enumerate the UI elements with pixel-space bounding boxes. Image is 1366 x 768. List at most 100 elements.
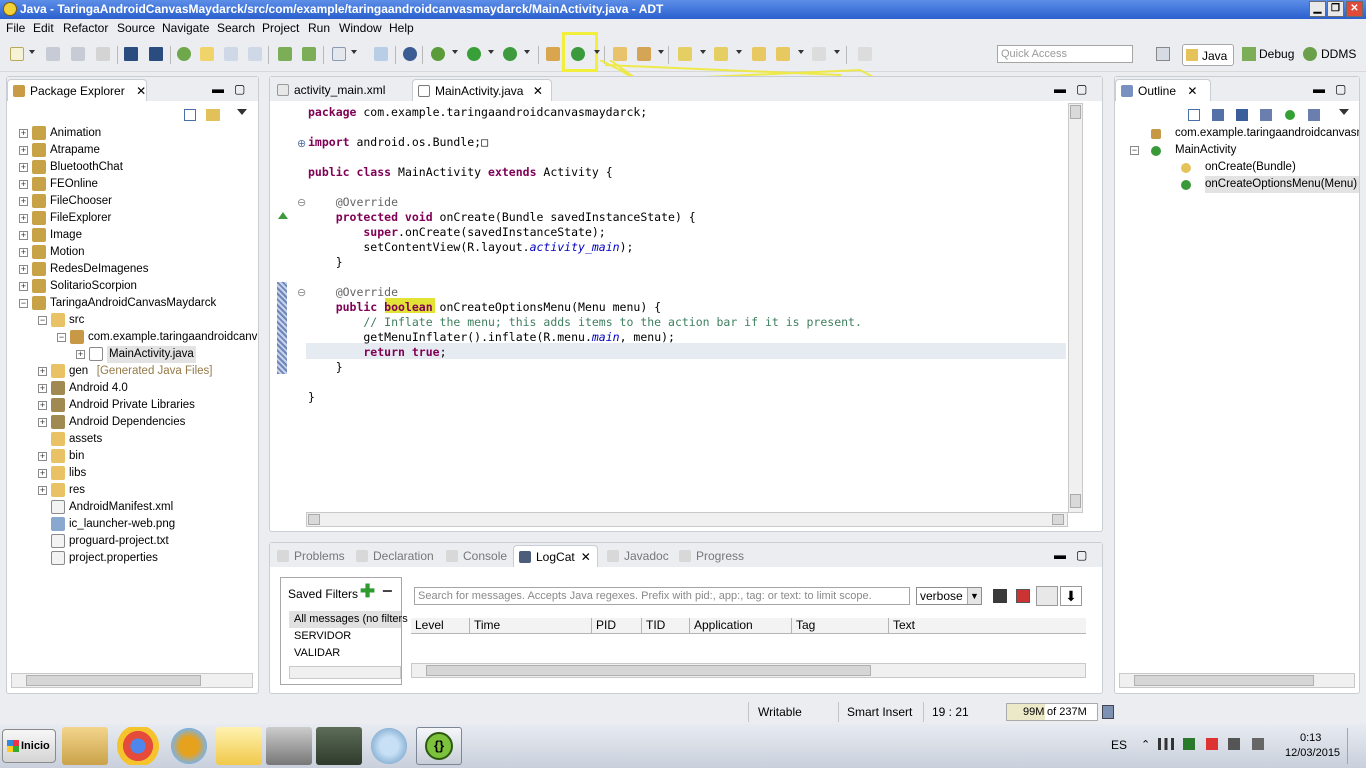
expand-icon[interactable]: +	[38, 401, 47, 410]
back-dropdown-icon[interactable]	[798, 50, 804, 54]
search-dropdown-icon[interactable]	[658, 50, 664, 54]
column-pid[interactable]: PID	[592, 618, 642, 633]
clock-date[interactable]: 12/03/2015	[1285, 747, 1340, 759]
expand-icon[interactable]: +	[19, 146, 28, 155]
add-filter-icon[interactable]: ✚	[360, 581, 375, 602]
expand-icon[interactable]: +	[19, 231, 28, 240]
export-icon[interactable]	[148, 46, 164, 62]
lint-dropdown-icon[interactable]	[351, 50, 357, 54]
run-icon[interactable]	[466, 46, 482, 62]
android-virtual-device-icon[interactable]	[301, 46, 317, 62]
expand-icon[interactable]: +	[19, 129, 28, 138]
expand-icon[interactable]: +	[19, 163, 28, 172]
column-tid[interactable]: TID	[642, 618, 690, 633]
language-indicator[interactable]: ES	[1111, 738, 1127, 752]
logcat-search-input[interactable]: Search for messages. Accepts Java regexe…	[414, 587, 910, 605]
column-application[interactable]: Application	[690, 618, 792, 633]
link-with-editor-icon[interactable]	[206, 109, 220, 121]
ddms-perspective-button[interactable]: DDMS	[1321, 47, 1356, 61]
package-tree-item[interactable]: + Motion	[7, 244, 258, 261]
close-icon[interactable]: ✕	[581, 550, 591, 564]
outline-item[interactable]: onCreateOptionsMenu(Menu) : b	[1115, 176, 1359, 193]
maximize-button[interactable]: ❐	[1327, 1, 1344, 17]
scroll-left-icon[interactable]	[308, 514, 320, 525]
package-tree-item[interactable]: + Android Dependencies	[7, 414, 258, 431]
package-tree-item[interactable]: + MainActivity.java	[7, 346, 258, 363]
tab-console[interactable]: Console	[441, 545, 513, 567]
collapse-icon[interactable]: −	[38, 316, 47, 325]
minimize-view-icon[interactable]: ▬	[1054, 548, 1066, 562]
clear-log-icon[interactable]	[1016, 589, 1030, 603]
package-tree-item[interactable]: + SolitarioScorpion	[7, 278, 258, 295]
filter-item[interactable]: All messages (no filters	[289, 611, 408, 628]
menu-source[interactable]: Source	[117, 21, 155, 35]
tab-mainactivity-java[interactable]: MainActivity.java ✕	[412, 79, 552, 101]
package-tree-item[interactable]: AndroidManifest.xml	[7, 499, 258, 516]
lint-check-icon[interactable]	[331, 46, 347, 62]
expand-icon[interactable]: +	[19, 180, 28, 189]
horizontal-scrollbar[interactable]	[306, 512, 1068, 527]
package-tree-item[interactable]: project.properties	[7, 550, 258, 567]
menu-run[interactable]: Run	[308, 21, 330, 35]
adt-taskbar-button[interactable]: {}	[416, 727, 462, 765]
expand-icon[interactable]: +	[19, 214, 28, 223]
menu-file[interactable]: File	[6, 21, 25, 35]
package-tree-item[interactable]: − TaringaAndroidCanvasMaydarck	[7, 295, 258, 312]
tab-outline[interactable]: Outline ✕	[1115, 79, 1211, 101]
previous-annotation-dropdown-icon[interactable]	[736, 50, 742, 54]
action-center-icon[interactable]	[1206, 738, 1218, 750]
sort-icon[interactable]	[1212, 109, 1224, 121]
show-desktop-button[interactable]	[1347, 728, 1361, 764]
menu-search[interactable]: Search	[217, 21, 255, 35]
start-button[interactable]: Inicio	[2, 729, 56, 763]
app-taskbar-icon[interactable]	[166, 727, 212, 765]
collapse-icon[interactable]: −	[57, 333, 66, 342]
new-android-project-icon[interactable]	[373, 46, 389, 62]
settings-taskbar-icon[interactable]	[266, 727, 312, 765]
fold-toggle-icon[interactable]: ⊖	[297, 286, 306, 299]
package-tree-item[interactable]: + FileChooser	[7, 193, 258, 210]
column-text[interactable]: Text	[889, 618, 1086, 633]
scrollbar-thumb[interactable]	[1134, 675, 1314, 686]
package-tree-item[interactable]: + Atrapame	[7, 142, 258, 159]
show-hidden-icons-icon[interactable]: ⌃	[1141, 738, 1150, 751]
tab-javadoc[interactable]: Javadoc	[602, 545, 675, 567]
close-icon[interactable]: ✕	[136, 84, 146, 98]
package-tree-item[interactable]: + FEOnline	[7, 176, 258, 193]
package-tree-item[interactable]: − com.example.taringaandroidcanv	[7, 329, 258, 346]
paint-taskbar-icon[interactable]	[216, 727, 262, 765]
horizontal-scrollbar[interactable]	[11, 673, 253, 688]
package-tree-item[interactable]: + Android Private Libraries	[7, 397, 258, 414]
heap-status[interactable]: 99M of 237M	[1006, 703, 1098, 721]
terminal-taskbar-icon[interactable]	[316, 727, 362, 765]
menu-help[interactable]: Help	[389, 21, 414, 35]
minimize-editor-icon[interactable]: ▬	[1054, 82, 1066, 96]
tray-app-icon[interactable]	[1183, 738, 1195, 750]
package-tree-item[interactable]: + Android 4.0	[7, 380, 258, 397]
menu-project[interactable]: Project	[262, 21, 299, 35]
expand-icon[interactable]: +	[38, 486, 47, 495]
toggle-block-icon[interactable]	[247, 46, 263, 62]
save-log-icon[interactable]	[993, 589, 1007, 603]
column-time[interactable]: Time	[470, 618, 592, 633]
maximize-view-icon[interactable]: ▢	[234, 82, 245, 96]
scrollbar-thumb[interactable]	[26, 675, 201, 686]
volume-icon[interactable]	[1252, 738, 1264, 750]
run-dropdown-icon[interactable]	[488, 50, 494, 54]
scrollbar-thumb[interactable]	[426, 665, 871, 676]
horizontal-scrollbar[interactable]	[411, 663, 1086, 678]
close-icon[interactable]: ✕	[533, 84, 543, 98]
package-tree-item[interactable]: − src	[7, 312, 258, 329]
collapse-icon[interactable]: −	[19, 299, 28, 308]
minimize-button[interactable]: ▁	[1309, 1, 1326, 17]
tab-problems[interactable]: Problems	[272, 545, 351, 567]
outline-item[interactable]: com.example.taringaandroidcanvasm	[1115, 125, 1359, 142]
highlight-pen-icon[interactable]	[199, 46, 215, 62]
debug-dropdown-icon[interactable]	[452, 50, 458, 54]
remove-filter-icon[interactable]: −	[382, 581, 393, 602]
quick-access-input[interactable]: Quick Access	[997, 45, 1133, 63]
network-icon[interactable]	[1158, 738, 1174, 750]
tab-progress[interactable]: Progress	[674, 545, 750, 567]
filter-item[interactable]: SERVIDOR	[289, 628, 401, 645]
show-whitespace-icon[interactable]	[223, 46, 239, 62]
